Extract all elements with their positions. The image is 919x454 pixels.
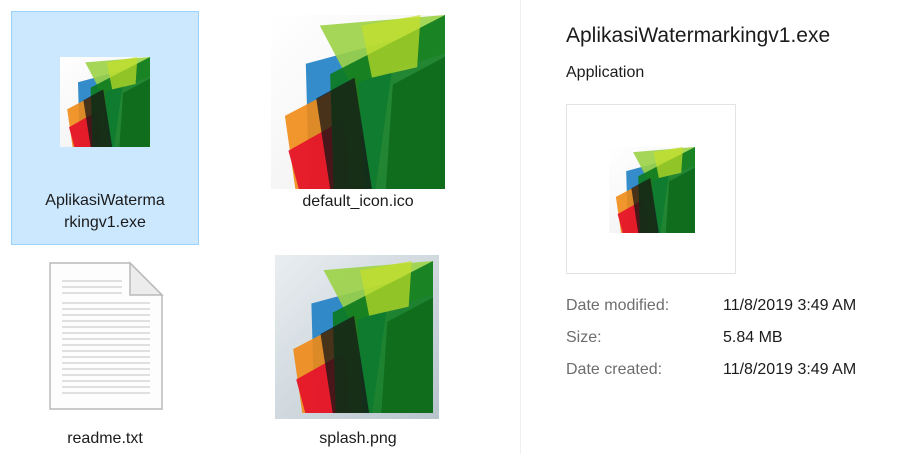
app-logo-icon [609,147,695,233]
property-date-modified: Date modified: 11/8/2019 3:49 AM [566,295,919,317]
property-value: 11/8/2019 3:49 AM [723,361,857,378]
file-name-line-1: AplikasiWaterma [45,192,165,209]
file-item-default-icon-ico[interactable]: default_icon.ico [256,11,460,221]
image-thumbnail-icon [275,255,439,419]
details-pane: AplikasiWatermarkingv1.exe Application D… [566,0,919,454]
property-label: Size: [566,329,602,346]
file-explorer-window: AplikasiWaterma rkingv1.exe default_icon… [0,0,919,454]
details-file-name: AplikasiWatermarkingv1.exe [566,24,831,47]
file-item-aplikasi-exe[interactable]: AplikasiWaterma rkingv1.exe [11,11,199,245]
file-list: AplikasiWaterma rkingv1.exe default_icon… [0,0,520,454]
file-name-label: readme.txt [67,430,143,447]
file-name-label: default_icon.ico [302,193,414,210]
property-value: 11/8/2019 3:49 AM [723,297,857,314]
property-label: Date modified: [566,297,670,314]
property-date-created: Date created: 11/8/2019 3:49 AM [566,359,919,381]
file-name-label: splash.png [319,430,397,447]
property-value: 5.84 MB [723,329,783,346]
file-name-label: AplikasiWaterma rkingv1.exe [12,190,198,234]
app-logo-icon [60,57,150,147]
file-item-splash-png[interactable]: splash.png [256,252,460,452]
file-name-line-2: rkingv1.exe [64,214,146,231]
text-document-icon [49,261,164,410]
app-logo-icon [271,15,445,189]
preview-thumbnail [566,104,736,274]
details-file-type: Application [566,64,645,81]
file-item-readme-txt[interactable]: readme.txt [11,252,199,452]
pane-divider [520,0,521,454]
property-size: Size: 5.84 MB [566,327,919,349]
property-label: Date created: [566,361,663,378]
